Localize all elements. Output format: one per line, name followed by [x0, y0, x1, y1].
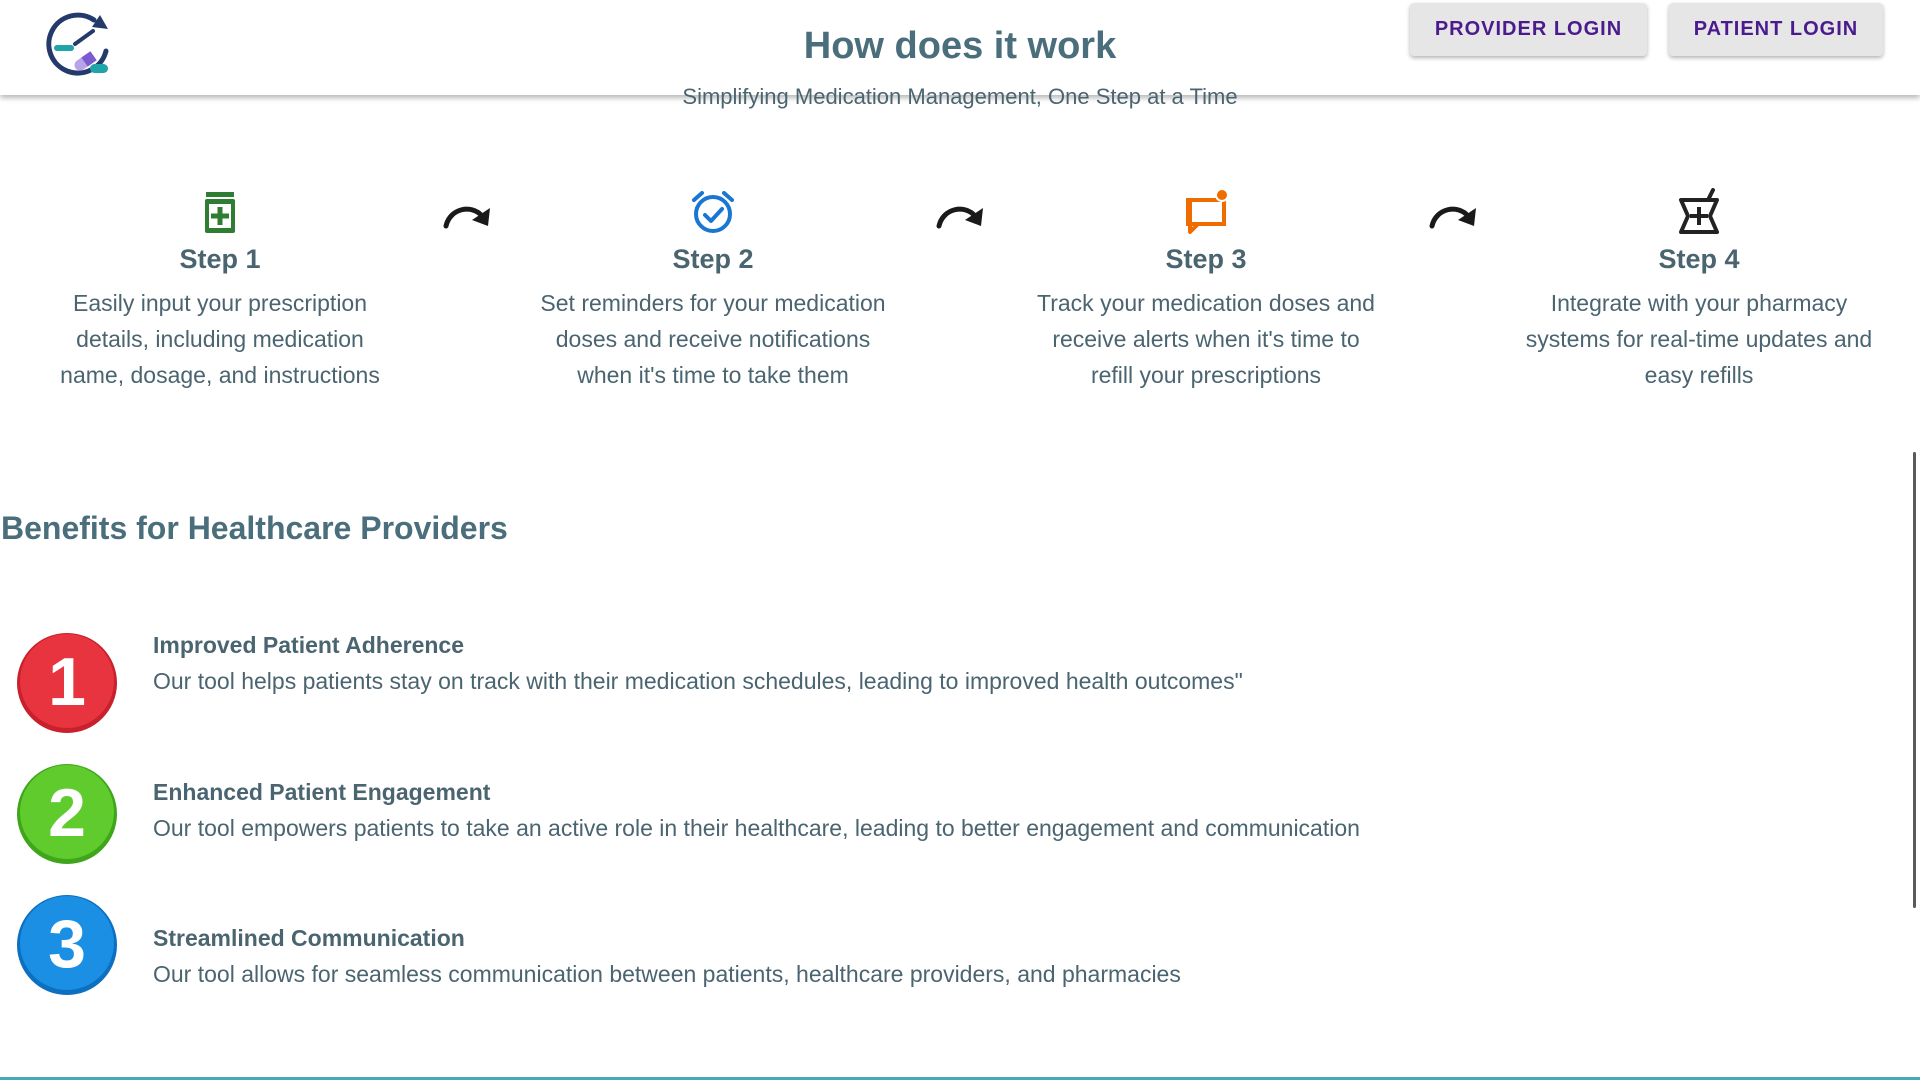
benefit-item-3: 3 Streamlined Communication Our tool all…: [0, 893, 1600, 1003]
step-description: Track your medication doses and receive …: [1006, 285, 1406, 393]
number-three-badge-icon: 3: [17, 895, 117, 995]
number-one-badge-icon: 1: [17, 633, 117, 733]
step-description: Easily input your prescription details, …: [20, 285, 420, 393]
redo-arrow-icon: [1429, 206, 1476, 229]
step-title: Step 1: [179, 244, 261, 274]
number-two-badge-icon: 2: [17, 764, 117, 864]
benefit-description: Our tool empowers patients to take an ac…: [153, 815, 1360, 841]
step-description-line: doses and receive notifications: [555, 326, 871, 352]
step-card-2: Step 2 Set reminders for your medication…: [513, 188, 913, 393]
step-description-line: Integrate with your pharmacy: [1550, 290, 1848, 316]
step-card-4: Step 4 Integrate with your pharmacy syst…: [1499, 188, 1899, 393]
alarm-clock-check-icon: [692, 191, 734, 233]
step-description-line: when it's time to take them: [577, 362, 849, 388]
benefit-title: Improved Patient Adherence: [153, 632, 465, 658]
badge-number: 3: [48, 906, 86, 982]
step-description-line: receive alerts when it's time to: [1052, 326, 1360, 352]
step-description-line: name, dosage, and instructions: [60, 362, 380, 388]
step-card-3: Step 3 Track your medication doses and r…: [1006, 188, 1406, 393]
page-subtitle: Simplifying Medication Management, One S…: [682, 84, 1238, 109]
pharmacy-icon: [1679, 188, 1719, 234]
vertical-scrollbar[interactable]: [1913, 452, 1916, 908]
badge-number: 2: [48, 775, 86, 851]
step-title: Step 3: [1165, 244, 1247, 274]
step-title: Step 2: [672, 244, 754, 274]
step-description-line: Easily input your prescription: [72, 290, 368, 316]
step-title: Step 4: [1658, 244, 1740, 274]
step-description: Integrate with your pharmacy systems for…: [1499, 285, 1899, 393]
benefit-description: Our tool allows for seamless communicati…: [153, 961, 1181, 987]
benefit-title: Streamlined Communication: [153, 925, 465, 951]
step-description-line: Set reminders for your medication: [540, 290, 886, 316]
chat-notification-icon: [1186, 188, 1228, 234]
benefit-description: Our tool helps patients stay on track wi…: [153, 668, 1243, 694]
redo-arrow-icon: [936, 206, 983, 229]
page: PROVIDER LOGIN PATIENT LOGIN How does it…: [0, 0, 1920, 1080]
step-description: Set reminders for your medication doses …: [513, 285, 913, 393]
redo-arrow-icon: [443, 206, 490, 229]
benefit-item-2: 2 Enhanced Patient Engagement Our tool e…: [0, 762, 1600, 872]
step-description-line: systems for real-time updates and: [1525, 326, 1873, 352]
benefit-item-1: 1 Improved Patient Adherence Our tool he…: [0, 628, 1600, 738]
medication-bottle-icon: [205, 192, 235, 233]
benefits-heading: Benefits for Healthcare Providers: [1, 510, 508, 546]
step-card-1: Step 1 Easily input your prescription de…: [20, 188, 420, 393]
step-description-line: easy refills: [1644, 362, 1754, 388]
step-description-line: refill your prescriptions: [1090, 362, 1322, 388]
page-title: How does it work: [803, 25, 1117, 67]
step-description-line: Track your medication doses and: [1037, 290, 1375, 316]
step-description-line: details, including medication: [76, 326, 364, 352]
benefit-title: Enhanced Patient Engagement: [153, 779, 491, 805]
badge-number: 1: [48, 644, 86, 720]
